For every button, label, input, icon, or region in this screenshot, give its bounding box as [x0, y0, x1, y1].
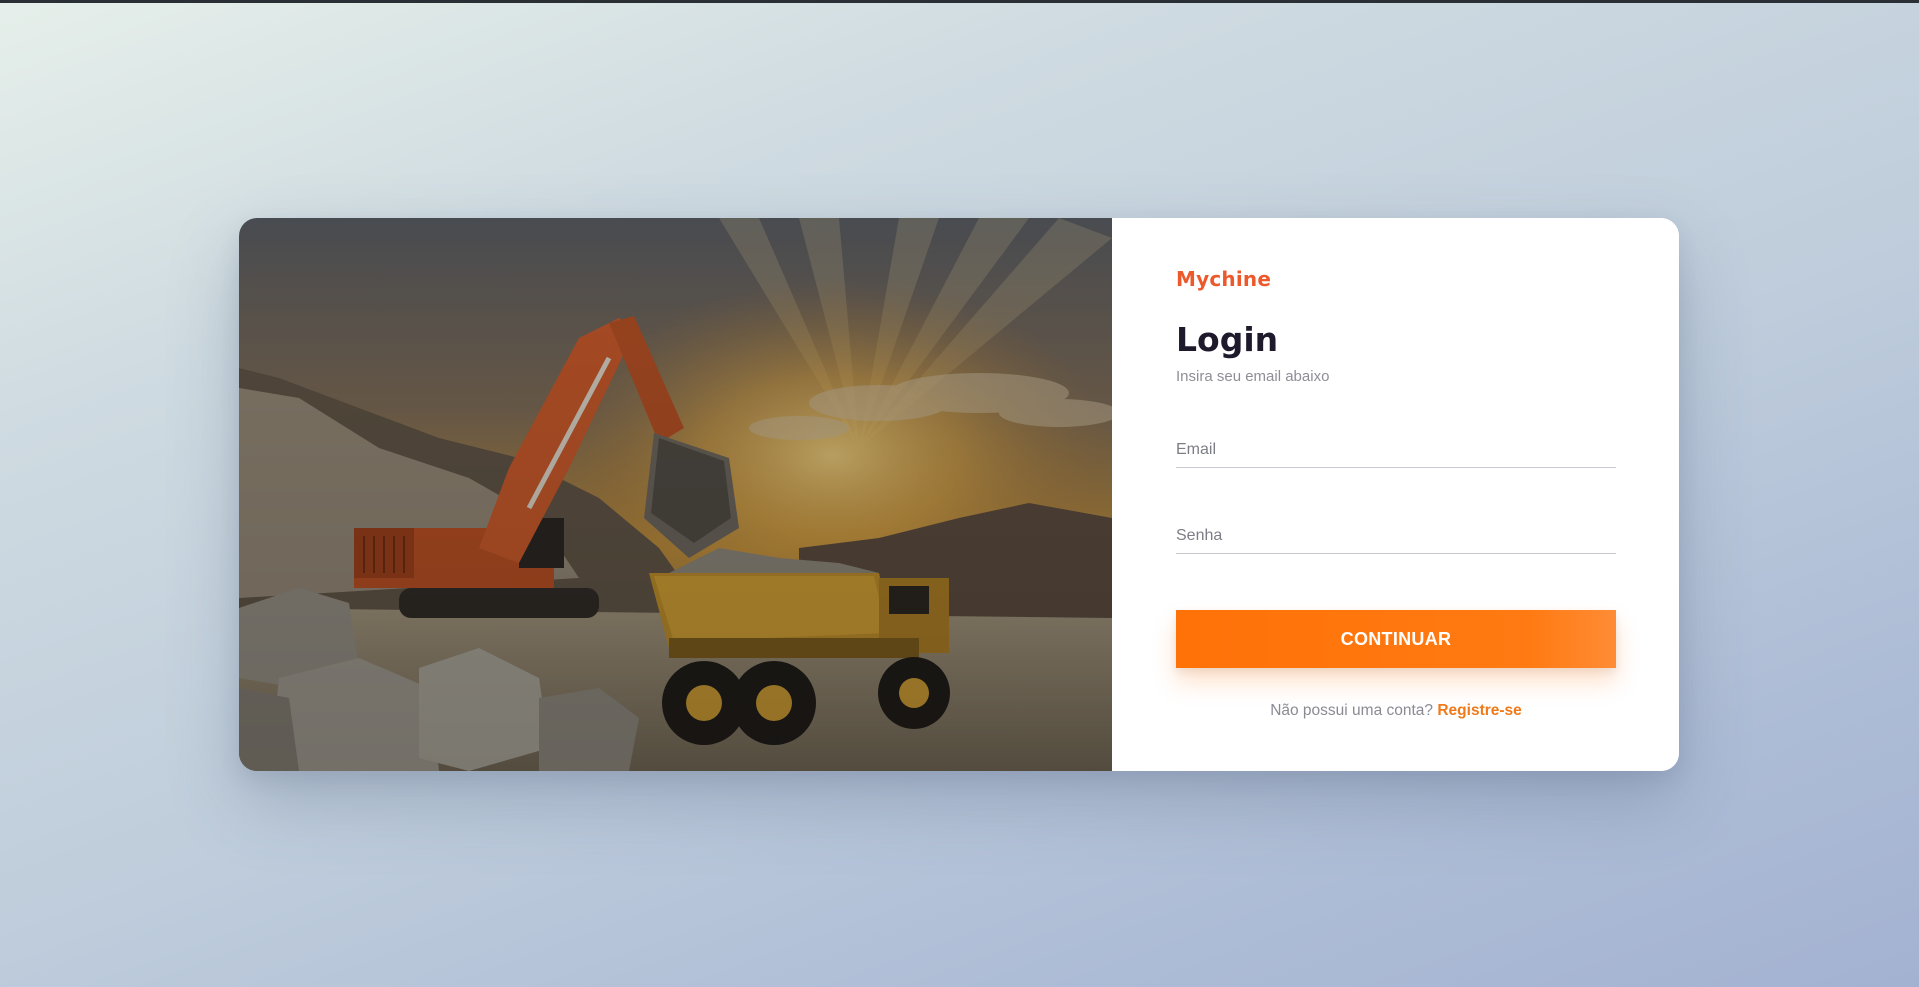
register-prompt-text: Não possui uma conta? — [1270, 702, 1434, 719]
construction-scene-image — [239, 218, 1112, 771]
login-card: Mychine Login Insira seu email abaixo CO… — [239, 218, 1679, 771]
hero-image — [239, 218, 1112, 771]
top-strip — [0, 0, 1919, 3]
login-form-panel: Mychine Login Insira seu email abaixo CO… — [1112, 218, 1679, 771]
password-field[interactable] — [1176, 519, 1616, 553]
page-subtitle: Insira seu email abaixo — [1176, 368, 1330, 385]
continue-button[interactable]: CONTINUAR — [1176, 610, 1616, 668]
email-field[interactable] — [1176, 433, 1616, 467]
email-field-wrapper — [1176, 433, 1616, 468]
register-prompt: Não possui uma conta? Registre-se — [1176, 702, 1616, 720]
password-field-wrapper — [1176, 519, 1616, 554]
brand-logo: Mychine — [1176, 267, 1272, 291]
page-title: Login — [1176, 320, 1279, 359]
register-link[interactable]: Registre-se — [1437, 702, 1521, 719]
